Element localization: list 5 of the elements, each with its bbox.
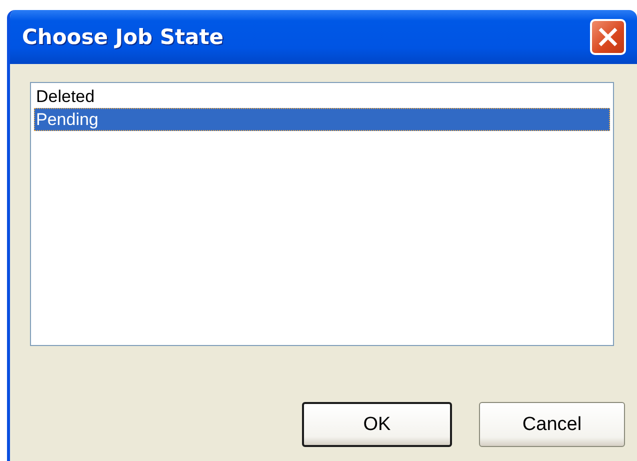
list-item[interactable]: Pending xyxy=(34,108,610,131)
window-title: Choose Job State xyxy=(22,25,224,49)
dialog-button[interactable]: Cancel xyxy=(479,402,625,447)
dialog-button[interactable]: OK xyxy=(302,402,452,447)
list-item[interactable]: Deleted xyxy=(34,85,610,108)
